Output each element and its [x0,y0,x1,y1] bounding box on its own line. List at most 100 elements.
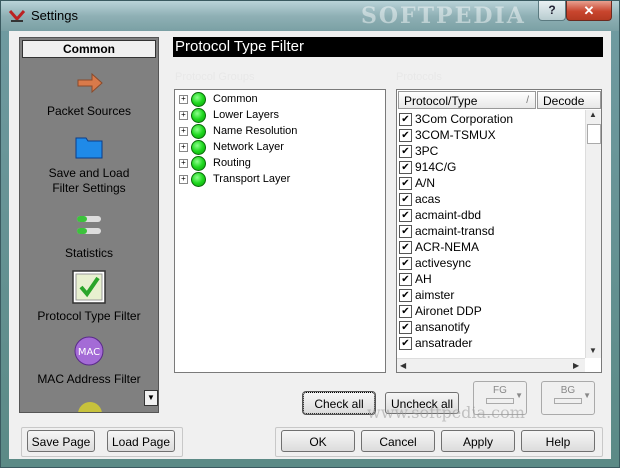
protocol-checkbox[interactable]: ✔ [399,240,412,254]
help-title-button[interactable]: ? [538,1,566,21]
load-page-button[interactable]: Load Page [107,430,175,452]
status-dot-icon [191,155,206,171]
cancel-button[interactable]: Cancel [361,430,435,452]
scroll-up-icon[interactable]: ▲ [589,110,597,119]
protocol-label: ACR-NEMA [415,240,480,254]
protocol-label: A/N [415,176,436,190]
protocol-checkbox[interactable]: ✔ [399,272,412,286]
protocol-row[interactable]: ✔ activesync [399,255,471,271]
window-title: Settings [31,8,78,23]
protocol-row[interactable]: ✔ acas [399,191,440,207]
protocol-checkbox[interactable]: ✔ [399,192,412,206]
sidebar-item-mac-address-filter[interactable]: MAC Address Filter [20,372,158,386]
status-dot-icon [191,107,206,123]
expand-icon[interactable]: + [179,142,188,152]
protocols-list[interactable]: Protocol/Type / Decode ✔ 3Com Corporation ✔… [396,89,602,373]
protocol-label: ansatrader [415,336,473,350]
protocol-groups-label: Protocol Groups [175,71,255,83]
protocol-checkbox[interactable]: ✔ [399,256,412,270]
protocol-checkbox[interactable]: ✔ [399,144,412,158]
protocol-row[interactable]: ✔ ansatrader [399,335,472,351]
watermark: SOFTPEDIA [361,3,526,29]
column-header-protocol[interactable]: Protocol/Type / [398,91,536,109]
status-dot-icon [191,123,206,139]
protocol-row[interactable]: ✔ acmaint-dbd [399,207,481,223]
checkmark-icon [72,270,106,304]
protocol-label: acmaint-dbd [415,208,482,222]
protocol-checkbox[interactable]: ✔ [399,208,412,222]
protocol-checkbox[interactable]: ✔ [399,112,412,126]
scroll-left-icon[interactable]: ◀ [400,361,406,370]
tree-item[interactable]: + Transport Layer [179,171,290,187]
status-dot-icon [191,91,206,107]
protocol-checkbox[interactable]: ✔ [399,336,412,350]
protocol-row[interactable]: ✔ acmaint-transd [399,223,494,239]
expand-icon[interactable]: + [179,174,188,184]
horizontal-scrollbar[interactable]: ◀ ▶ [397,358,585,372]
protocol-row[interactable]: ✔ 3COM-TSMUX [399,127,496,143]
protocol-label: Aironet DDP [415,304,482,318]
protocol-row[interactable]: ✔ 3PC [399,143,438,159]
chevron-down-icon: ▼ [147,393,155,402]
sidebar-item-protocol-type-filter[interactable]: Protocol Type Filter [20,309,158,323]
protocol-checkbox[interactable]: ✔ [399,288,412,302]
protocol-row[interactable]: ✔ 914C/G [399,159,456,175]
chevron-down-icon: ▼ [515,391,523,400]
ok-button[interactable]: OK [281,430,355,452]
sidebar-item-statistics[interactable]: Statistics [20,246,158,260]
protocol-checkbox[interactable]: ✔ [399,224,412,238]
save-page-button[interactable]: Save Page [27,430,95,452]
sidebar-item-packet-sources[interactable]: Packet Sources [20,104,158,118]
protocol-label: 3PC [415,144,439,158]
protocol-row[interactable]: ✔ A/N [399,175,435,191]
expand-icon[interactable]: + [179,126,188,136]
expand-icon[interactable]: + [179,158,188,168]
scroll-down-icon[interactable]: ▼ [589,346,597,355]
column-header-decode[interactable]: Decode [537,91,601,109]
sidebar-scroll-down[interactable]: ▼ [144,390,158,406]
protocol-groups-tree[interactable]: + Common + Lower Layers + Name Resolution +… [174,89,386,373]
next-category-icon [78,402,102,412]
protocol-label: activesync [415,256,472,270]
expand-icon[interactable]: + [179,94,188,104]
background-color-button[interactable]: BG ▼ [541,381,595,415]
footer-watermark: www.softpedia.com [367,403,525,422]
scroll-thumb[interactable] [587,124,601,144]
category-sidebar: Common Packet Sources Save and Load Filt… [19,37,159,413]
protocol-label: 3COM-TSMUX [415,128,496,142]
protocol-checkbox[interactable]: ✔ [399,304,412,318]
protocol-checkbox[interactable]: ✔ [399,160,412,174]
tree-item[interactable]: + Common [179,91,258,107]
protocol-label: aimster [415,288,455,302]
tree-item[interactable]: + Lower Layers [179,107,279,123]
check-all-button[interactable]: Check all [302,391,376,415]
help-button[interactable]: Help [521,430,595,452]
tree-item[interactable]: + Name Resolution [179,123,297,139]
status-dot-icon [191,139,206,155]
protocol-row[interactable]: ✔ ansanotify [399,319,470,335]
apply-button[interactable]: Apply [441,430,515,452]
svg-text:MAC: MAC [78,347,100,358]
expand-icon[interactable]: + [179,110,188,120]
protocol-row[interactable]: ✔ ACR-NEMA [399,239,479,255]
close-button[interactable]: ✕ [566,1,612,21]
tree-item[interactable]: + Routing [179,155,251,171]
sidebar-header[interactable]: Common [22,40,156,58]
protocol-checkbox[interactable]: ✔ [399,320,412,334]
protocol-label: 914C/G [415,160,457,174]
protocol-label: acmaint-transd [415,224,495,238]
title-bar[interactable]: Settings SOFTPEDIA ? ✕ [1,1,619,31]
protocol-row[interactable]: ✔ AH [399,271,432,287]
tree-item[interactable]: + Network Layer [179,139,284,155]
app-icon [8,10,26,22]
protocol-checkbox[interactable]: ✔ [399,176,412,190]
protocol-label: AH [415,272,432,286]
protocol-row[interactable]: ✔ 3Com Corporation [399,111,513,127]
protocol-checkbox[interactable]: ✔ [399,128,412,142]
vertical-scrollbar[interactable]: ▲ ▼ [585,110,601,358]
protocol-row[interactable]: ✔ Aironet DDP [399,303,482,319]
sidebar-item-save-load[interactable]: Save and Load Filter Settings [20,166,158,196]
sort-icon: / [526,95,529,106]
protocol-row[interactable]: ✔ aimster [399,287,454,303]
scroll-right-icon[interactable]: ▶ [573,361,579,370]
